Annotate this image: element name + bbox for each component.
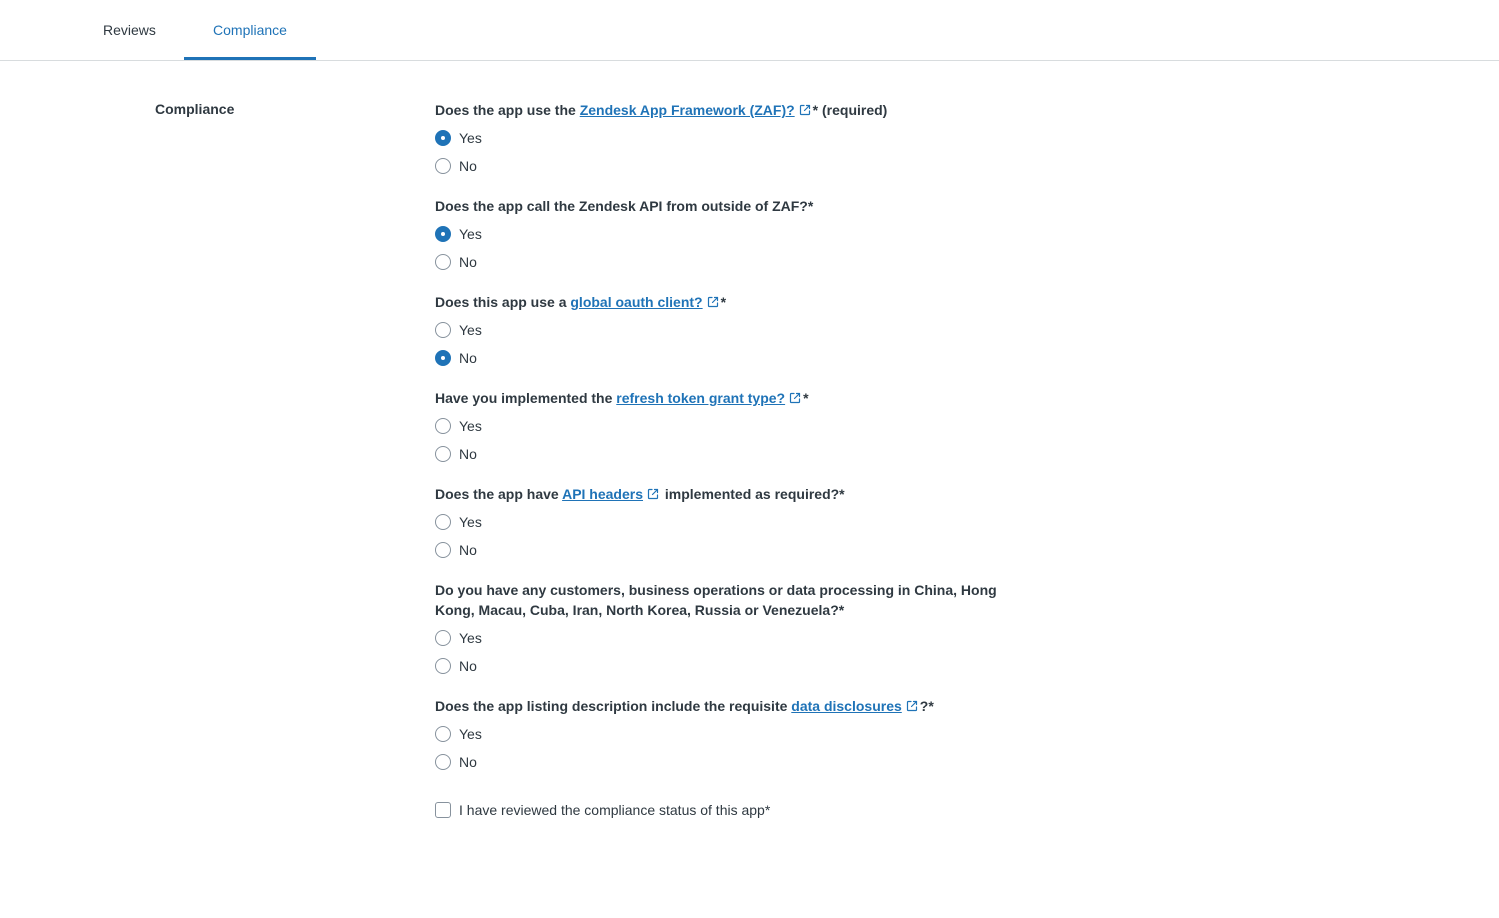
radio-button[interactable] [435,726,451,742]
question-text: Does this app use a [435,294,571,310]
radio-button[interactable] [435,754,451,770]
question-suffix: * [803,390,809,406]
radio-label: No [459,658,477,674]
radio-label: Yes [459,130,482,146]
help-link[interactable]: Zendesk App Framework (ZAF)? [580,102,795,118]
radio-button[interactable] [435,350,451,366]
question-text: Have you implemented the [435,390,617,406]
radio-option-no[interactable]: No [435,748,1015,776]
external-link-icon[interactable] [703,294,721,310]
radio-option-yes[interactable]: Yes [435,412,1015,440]
help-link[interactable]: global oauth client? [570,294,702,310]
question-3: Does this app use a global oauth client?… [435,292,1015,372]
radio-option-no[interactable]: No [435,536,1015,564]
radio-label: Yes [459,726,482,742]
review-checkbox[interactable] [435,802,451,818]
radio-label: No [459,158,477,174]
radio-button[interactable] [435,446,451,462]
question-suffix: * (required) [812,102,888,118]
radio-option-yes[interactable]: Yes [435,624,1015,652]
radio-label: Yes [459,630,482,646]
radio-button[interactable] [435,542,451,558]
question-6: Do you have any customers, business oper… [435,580,1015,680]
radio-label: Yes [459,418,482,434]
question-suffix: * [720,294,727,310]
radio-option-no[interactable]: No [435,152,1015,180]
radio-option-no[interactable]: No [435,652,1015,680]
question-text: Does the app listing description include… [435,698,792,714]
radio-button[interactable] [435,226,451,242]
question-label: Does the app have API headers implemente… [435,484,1015,504]
question-label: Have you implemented the refresh token g… [435,388,1015,408]
radio-option-yes[interactable]: Yes [435,316,1015,344]
question-label: Does the app call the Zendesk API from o… [435,196,1015,216]
radio-option-yes[interactable]: Yes [435,124,1015,152]
external-link-icon[interactable] [785,390,803,406]
help-link[interactable]: refresh token grant type? [616,390,785,406]
review-checkbox-label: I have reviewed the compliance status of… [459,802,771,818]
compliance-form: Does the app use the Zendesk App Framewo… [435,100,1015,824]
tab-compliance[interactable]: Compliance [184,0,316,60]
radio-button[interactable] [435,418,451,434]
radio-button[interactable] [435,658,451,674]
radio-label: Yes [459,226,482,242]
question-5: Does the app have API headers implemente… [435,484,1015,564]
radio-option-yes[interactable]: Yes [435,508,1015,536]
radio-label: No [459,446,477,462]
review-confirmation[interactable]: I have reviewed the compliance status of… [435,796,1015,824]
question-4: Have you implemented the refresh token g… [435,388,1015,468]
question-suffix: ?* [919,698,934,714]
radio-label: No [459,754,477,770]
external-link-icon[interactable] [643,486,661,502]
tab-bar: Reviews Compliance [0,0,1499,61]
question-text: Does the app call the Zendesk API from o… [435,198,814,214]
radio-option-no[interactable]: No [435,440,1015,468]
radio-button[interactable] [435,254,451,270]
radio-button[interactable] [435,158,451,174]
tab-reviews[interactable]: Reviews [75,0,184,60]
question-label: Does this app use a global oauth client?… [435,292,1015,312]
question-label: Does the app listing description include… [435,696,1015,716]
radio-label: Yes [459,514,482,530]
radio-label: No [459,254,477,270]
question-text: Does the app use the [435,102,580,118]
external-link-icon[interactable] [902,698,920,714]
question-7: Does the app listing description include… [435,696,1015,776]
section-title: Compliance [155,101,235,117]
radio-label: Yes [459,322,482,338]
question-text: Does the app have [435,486,563,502]
question-2: Does the app call the Zendesk API from o… [435,196,1015,276]
external-link-icon[interactable] [795,102,813,118]
question-label: Does the app use the Zendesk App Framewo… [435,100,1015,120]
radio-button[interactable] [435,630,451,646]
radio-option-yes[interactable]: Yes [435,220,1015,248]
radio-button[interactable] [435,322,451,338]
question-text: Do you have any customers, business oper… [435,582,997,618]
radio-option-yes[interactable]: Yes [435,720,1015,748]
radio-button[interactable] [435,130,451,146]
help-link[interactable]: data disclosures [791,698,902,714]
question-label: Do you have any customers, business oper… [435,580,1015,620]
question-1: Does the app use the Zendesk App Framewo… [435,100,1015,180]
radio-option-no[interactable]: No [435,248,1015,276]
radio-option-no[interactable]: No [435,344,1015,372]
radio-button[interactable] [435,514,451,530]
question-suffix: implemented as required?* [661,486,845,502]
radio-label: No [459,542,477,558]
help-link[interactable]: API headers [562,486,643,502]
radio-label: No [459,350,477,366]
